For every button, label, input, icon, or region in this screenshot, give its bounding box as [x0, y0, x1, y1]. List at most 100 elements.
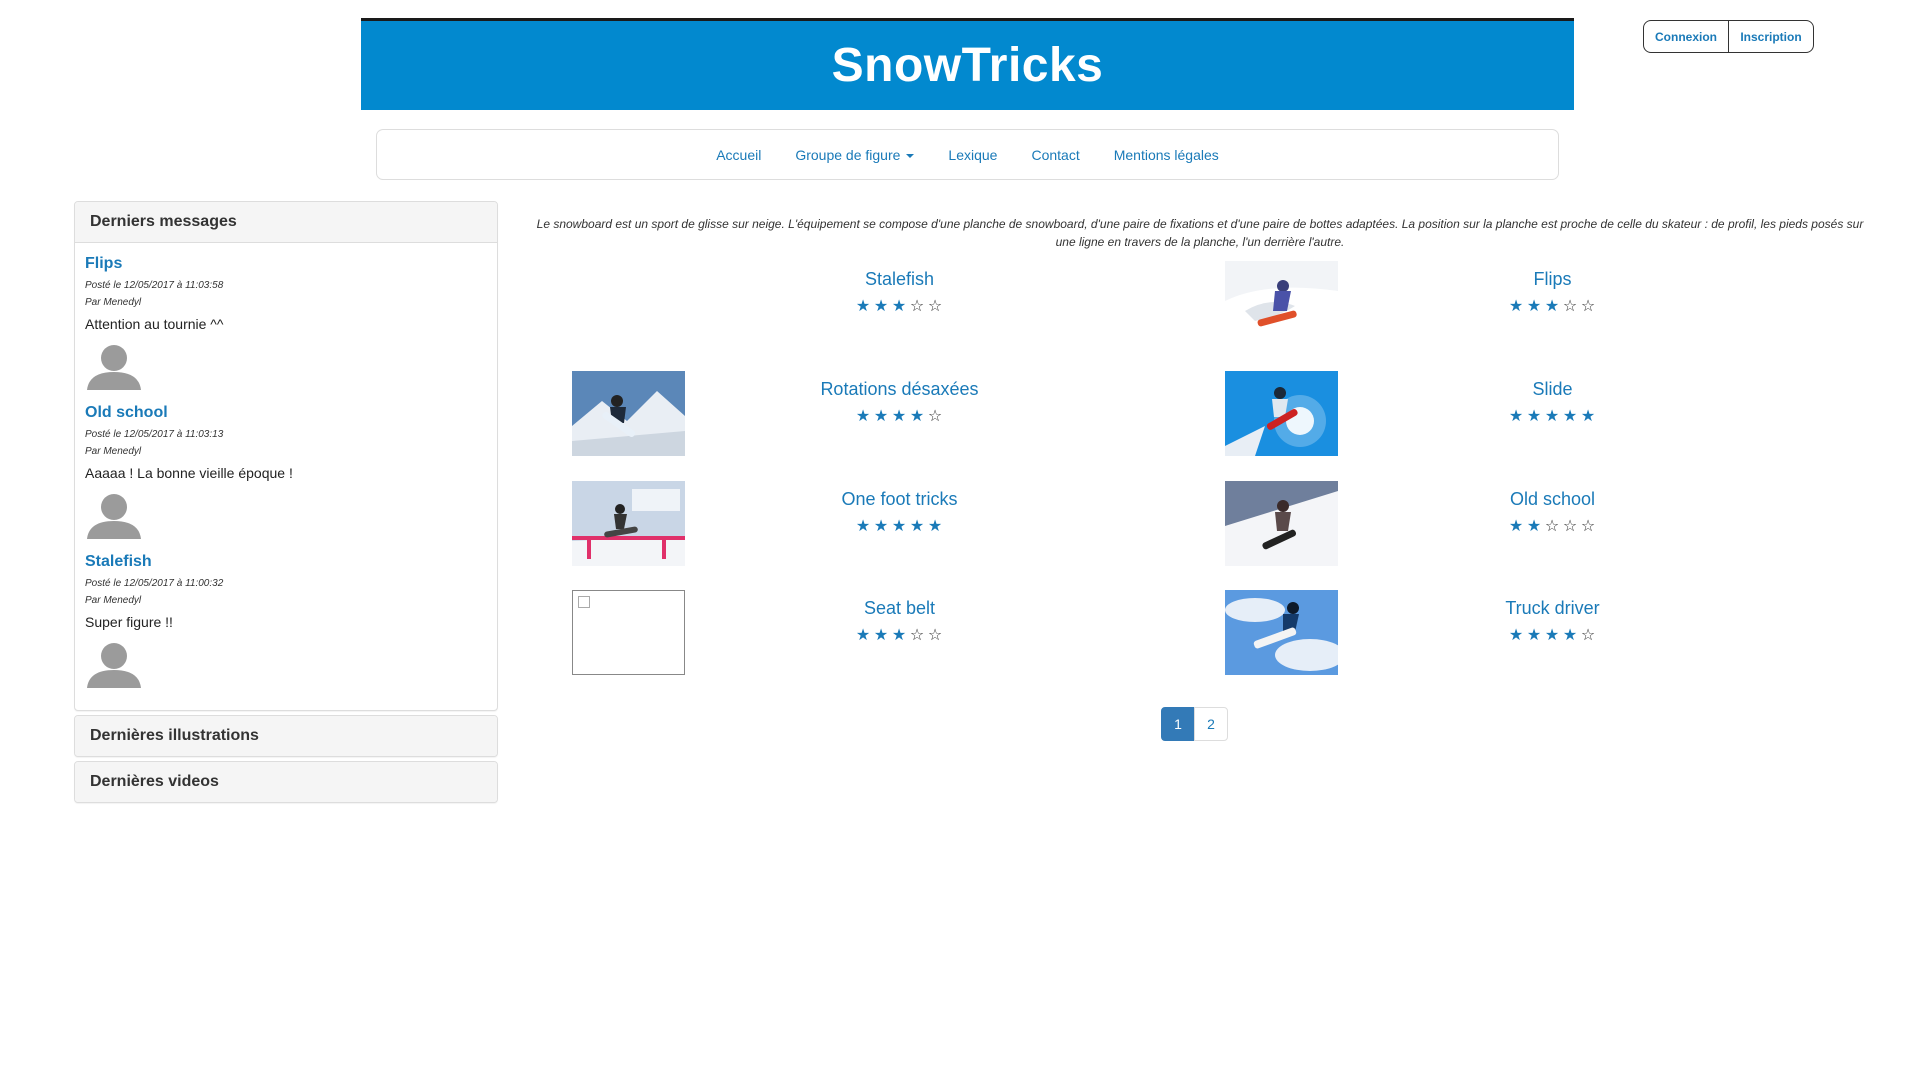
star-filled-icon: ★ — [873, 408, 890, 425]
star-filled-icon: ★ — [1508, 627, 1525, 644]
message-text: Super figure !! — [85, 614, 173, 630]
star-rating: ★ ★ ★ ★ ★ — [1338, 406, 1767, 426]
nav-item-accueil[interactable]: Accueil — [716, 147, 761, 163]
star-filled-icon: ★ — [909, 518, 926, 535]
message-item: Flips Posté le 12/05/2017 à 11:03:58 Par… — [85, 255, 487, 390]
trick-name[interactable]: One foot tricks — [841, 489, 957, 510]
trick-name[interactable]: Stalefish — [865, 269, 934, 290]
caret-down-icon — [906, 153, 915, 158]
star-empty-icon: ☆ — [927, 408, 944, 425]
message-item: Stalefish Posté le 12/05/2017 à 11:00:32… — [85, 553, 487, 688]
message-date: Posté le 12/05/2017 à 11:03:58 — [85, 280, 224, 291]
trick-thumbnail[interactable] — [572, 371, 685, 456]
trick-thumbnail[interactable] — [1225, 261, 1338, 346]
star-filled-icon: ★ — [1526, 627, 1543, 644]
star-filled-icon: ★ — [891, 298, 908, 315]
star-empty-icon: ☆ — [927, 298, 944, 315]
register-button[interactable]: Inscription — [1728, 21, 1813, 52]
auth-button-group: Connexion Inscription — [1643, 20, 1814, 53]
message-title[interactable]: Stalefish — [85, 553, 487, 571]
trick-card: Truck driver ★ ★ ★ ★ ☆ — [1225, 590, 1885, 676]
trick-card: One foot tricks ★ ★ ★ ★ ★ — [572, 481, 1232, 567]
message-author: Par Menedyl — [85, 297, 142, 308]
page-link-1[interactable]: 1 — [1161, 707, 1195, 741]
star-filled-icon: ★ — [1508, 518, 1525, 535]
star-filled-icon: ★ — [891, 518, 908, 535]
star-empty-icon: ☆ — [1562, 518, 1579, 535]
star-filled-icon: ★ — [855, 298, 872, 315]
sidebar: Derniers messages Flips Posté le 12/05/2… — [74, 201, 498, 807]
trick-thumbnail[interactable] — [1225, 481, 1338, 566]
trick-name[interactable]: Seat belt — [864, 598, 935, 619]
message-title[interactable]: Flips — [85, 255, 487, 273]
message-text: Attention au tournie ^^ — [85, 316, 224, 332]
star-filled-icon: ★ — [1544, 627, 1561, 644]
star-filled-icon: ★ — [1526, 298, 1543, 315]
star-filled-icon: ★ — [873, 518, 890, 535]
videos-panel-heading[interactable]: Dernières videos — [75, 762, 497, 802]
intro-text: Le snowboard est un sport de glisse sur … — [536, 217, 1864, 249]
nav-item-contact[interactable]: Contact — [1031, 147, 1079, 163]
star-filled-icon: ★ — [891, 408, 908, 425]
trick-card: Stalefish ★ ★ ★ ☆ ☆ — [572, 261, 1232, 347]
trick-thumbnail[interactable] — [1225, 371, 1338, 456]
trick-thumbnail[interactable] — [572, 481, 685, 566]
nav-item-lexique[interactable]: Lexique — [948, 147, 997, 163]
trick-card: Old school ★ ★ ☆ ☆ ☆ — [1225, 481, 1885, 567]
star-rating: ★ ★ ★ ☆ ☆ — [685, 625, 1114, 645]
star-empty-icon: ☆ — [1544, 518, 1561, 535]
star-rating: ★ ★ ★ ★ ★ — [685, 516, 1114, 536]
videos-panel: Dernières videos — [74, 761, 498, 803]
avatar — [85, 640, 143, 688]
star-filled-icon: ★ — [927, 518, 944, 535]
star-empty-icon: ☆ — [909, 298, 926, 315]
star-rating: ★ ★ ★ ☆ ☆ — [685, 296, 1114, 316]
page-link-2[interactable]: 2 — [1194, 707, 1228, 741]
star-filled-icon: ★ — [909, 408, 926, 425]
messages-panel-body: Flips Posté le 12/05/2017 à 11:03:58 Par… — [75, 243, 497, 710]
star-filled-icon: ★ — [1526, 518, 1543, 535]
avatar — [85, 342, 143, 390]
trick-name[interactable]: Old school — [1510, 489, 1595, 510]
nav-item-mentions-legales[interactable]: Mentions légales — [1114, 147, 1219, 163]
trick-name[interactable]: Rotations désaxées — [820, 379, 978, 400]
messages-panel-heading[interactable]: Derniers messages — [75, 202, 497, 243]
main-nav: Accueil Groupe de figure Lexique Contact… — [376, 129, 1559, 180]
message-date: Posté le 12/05/2017 à 11:03:13 — [85, 429, 224, 440]
avatar — [85, 491, 143, 539]
broken-image-icon — [578, 596, 590, 608]
star-filled-icon: ★ — [873, 298, 890, 315]
site-title: SnowTricks — [831, 39, 1104, 92]
trick-name[interactable]: Slide — [1532, 379, 1572, 400]
trick-name[interactable]: Truck driver — [1505, 598, 1599, 619]
star-empty-icon: ☆ — [927, 627, 944, 644]
broken-image[interactable] — [572, 590, 685, 675]
nav-item-label: Groupe de figure — [795, 146, 901, 163]
pagination: 1 2 — [1161, 707, 1228, 741]
star-empty-icon: ☆ — [1580, 518, 1597, 535]
star-filled-icon: ★ — [855, 627, 872, 644]
trick-card: Flips ★ ★ ★ ☆ ☆ — [1225, 261, 1885, 347]
messages-panel: Derniers messages Flips Posté le 12/05/2… — [74, 201, 498, 711]
star-empty-icon: ☆ — [1562, 298, 1579, 315]
site-header: SnowTricks — [361, 18, 1574, 110]
star-filled-icon: ★ — [873, 627, 890, 644]
message-item: Old school Posté le 12/05/2017 à 11:03:1… — [85, 404, 487, 539]
star-filled-icon: ★ — [891, 627, 908, 644]
star-rating: ★ ★ ☆ ☆ ☆ — [1338, 516, 1767, 536]
star-rating: ★ ★ ★ ☆ ☆ — [1338, 296, 1767, 316]
star-filled-icon: ★ — [1508, 298, 1525, 315]
star-rating: ★ ★ ★ ★ ☆ — [1338, 625, 1767, 645]
trick-thumbnail[interactable] — [1225, 590, 1338, 675]
star-filled-icon: ★ — [1544, 408, 1561, 425]
star-filled-icon: ★ — [1526, 408, 1543, 425]
star-filled-icon: ★ — [1580, 408, 1597, 425]
star-filled-icon: ★ — [855, 518, 872, 535]
message-author: Par Menedyl — [85, 595, 142, 606]
nav-item-groupe-de-figure[interactable]: Groupe de figure — [795, 146, 915, 163]
message-title[interactable]: Old school — [85, 404, 487, 422]
trick-name[interactable]: Flips — [1533, 269, 1571, 290]
illustrations-panel-heading[interactable]: Dernières illustrations — [75, 716, 497, 756]
star-filled-icon: ★ — [1562, 627, 1579, 644]
login-button[interactable]: Connexion — [1644, 21, 1728, 52]
